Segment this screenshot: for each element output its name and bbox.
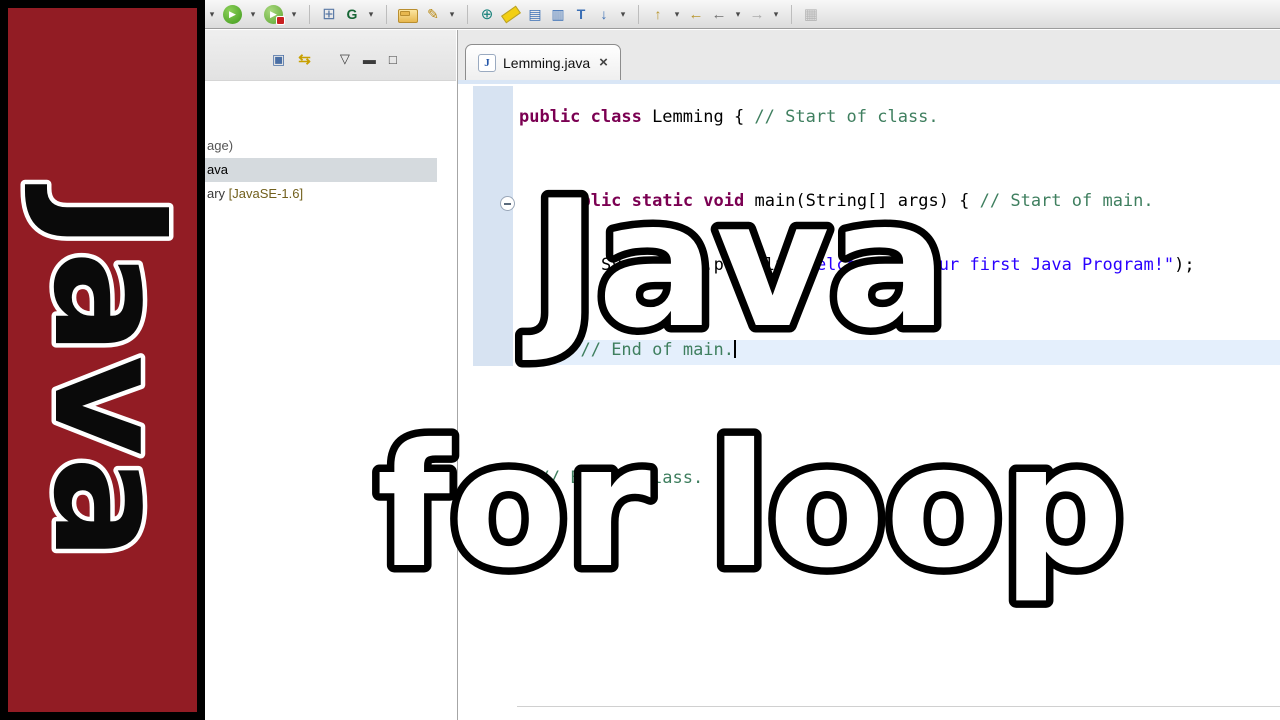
toolbar-icons: ▾ ▶ ▾ ▶ ▾ ⊞ G ▾ ✎ ▾ ⊕ ▤ ▥ T ↓ ▾ ↑ ▾ ← ← ▾ → ▾ ▦ xyxy=(208,4,819,25)
image-icon[interactable]: ▦ xyxy=(803,4,819,24)
tree-item-label: ava xyxy=(207,162,228,177)
back-icon[interactable]: ← xyxy=(711,4,727,24)
open-folder-icon[interactable] xyxy=(398,8,418,23)
last-edit-icon[interactable]: ↑ xyxy=(650,4,666,24)
tree-item-label: ary xyxy=(207,186,226,201)
toolbar-separator xyxy=(638,4,639,24)
open-type-icon[interactable]: G xyxy=(344,4,360,24)
forward-icon[interactable]: → xyxy=(749,4,765,24)
editor-tabbar: J Lemming.java × xyxy=(458,30,1280,84)
wand-caret[interactable]: ▾ xyxy=(448,4,456,24)
java-file-icon: J xyxy=(478,53,496,72)
overlay-subtitle-art: for loop xyxy=(369,401,1131,614)
declaration-icon[interactable]: ▥ xyxy=(550,4,566,24)
editor-bottom-divider xyxy=(517,706,1280,707)
banner-java-text: Java xyxy=(19,184,200,561)
overlay-for-loop-text: for loop xyxy=(376,408,1123,606)
pulldown-icon[interactable]: ↓ xyxy=(596,4,612,24)
toolbar-separator xyxy=(309,4,310,24)
overlay-title-art: Java xyxy=(515,157,955,375)
run-dropdown-caret[interactable]: ▾ xyxy=(208,4,216,24)
last-edit-caret[interactable]: ▾ xyxy=(673,4,681,24)
tab-label: Lemming.java xyxy=(503,54,591,71)
code-line: public class Lemming { // Start of class… xyxy=(519,106,939,129)
highlighter-icon[interactable] xyxy=(501,5,521,23)
debug-config-caret[interactable]: ▾ xyxy=(290,4,298,24)
back-to-edit-icon[interactable]: ← xyxy=(688,4,704,24)
pulldown-caret[interactable]: ▾ xyxy=(619,4,627,24)
tab-close-icon[interactable]: × xyxy=(599,54,608,71)
forward-caret[interactable]: ▾ xyxy=(772,4,780,24)
banner-art: Java xyxy=(15,180,205,566)
overlay-java-text: Java xyxy=(522,164,947,367)
run-icon[interactable]: ▶ xyxy=(223,4,242,24)
magic-wand-icon[interactable]: ✎ xyxy=(425,4,441,24)
tab-lemming-java[interactable]: J Lemming.java × xyxy=(465,44,621,80)
code-text: ); xyxy=(1174,255,1195,275)
eclipse-window: ▾ ▶ ▾ ▶ ▾ ⊞ G ▾ ✎ ▾ ⊕ ▤ ▥ T ↓ ▾ ↑ ▾ ← ← ▾ → ▾ ▦ ▣ ⇆ ▽ ▬ □ age) ava ar… xyxy=(0,0,1280,720)
code-keyword: public class xyxy=(519,107,653,127)
code-text: Lemming { xyxy=(652,107,755,127)
javadoc-icon[interactable]: ▤ xyxy=(527,4,543,24)
debug-icon[interactable]: ▶ xyxy=(264,4,285,25)
run-config-caret[interactable]: ▾ xyxy=(249,4,257,24)
toolbar-separator xyxy=(386,4,387,24)
toolbar-separator xyxy=(467,4,468,24)
side-banner: Java xyxy=(0,0,205,720)
back-caret[interactable]: ▾ xyxy=(734,4,742,24)
code-comment: // Start of class. xyxy=(754,107,939,127)
type-indicator-icon[interactable]: T xyxy=(573,4,589,24)
new-project-grid-icon[interactable]: ⊞ xyxy=(321,4,337,24)
tree-item-label: age) xyxy=(207,138,234,153)
globe-icon[interactable]: ⊕ xyxy=(479,4,495,24)
open-type-caret[interactable]: ▾ xyxy=(367,4,375,24)
code-comment: // Start of main. xyxy=(979,191,1154,211)
tree-item-suffix: [JavaSE-1.6] xyxy=(225,186,304,201)
toolbar-separator xyxy=(791,4,792,24)
